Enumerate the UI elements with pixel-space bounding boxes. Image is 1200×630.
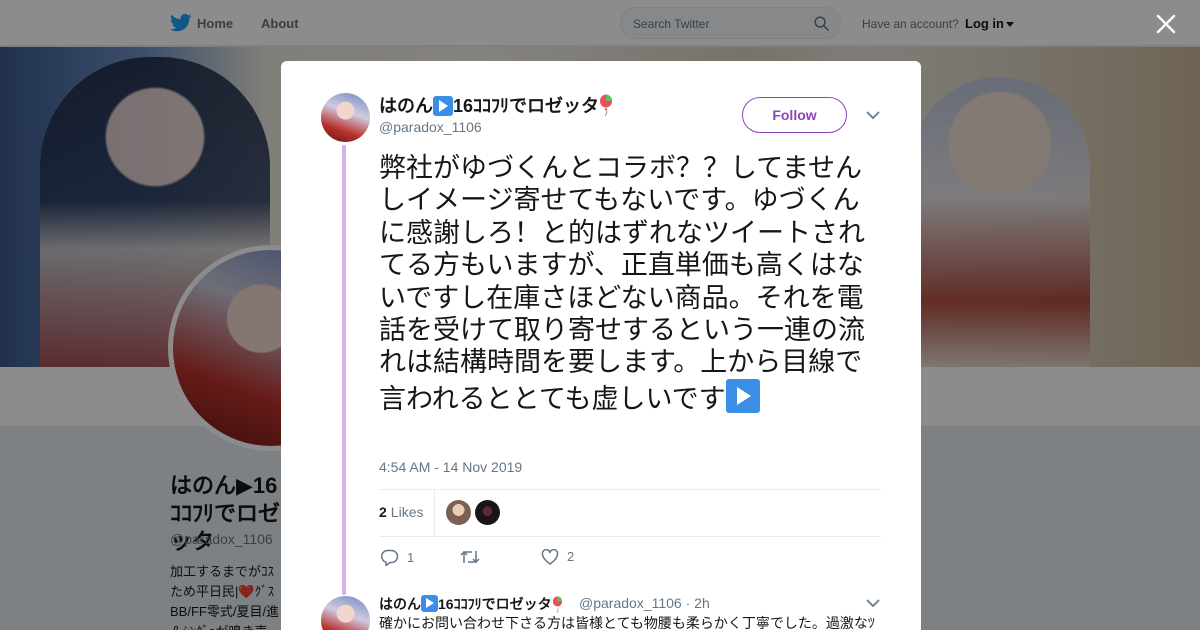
liker-avatar[interactable] (446, 500, 471, 525)
tweet-modal: はのん 16ｺｺﾌﾘでロゼッタ @paradox_1106 Follow 弊社がゆ… (281, 61, 921, 630)
like-button[interactable]: 2 (541, 548, 575, 567)
divider (379, 489, 881, 490)
reply-meta[interactable]: @paradox_1106 · 2h (579, 595, 710, 611)
chevron-down-icon[interactable] (866, 111, 880, 120)
reply-button[interactable]: 1 (380, 549, 415, 567)
reply-author-name[interactable]: はのん 16ｺｺﾌﾘでロゼッタ (379, 594, 563, 614)
author-name[interactable]: はのん 16ｺｺﾌﾘでロゼッタ (379, 92, 613, 118)
likes-count: 2 (379, 504, 387, 520)
author-handle[interactable]: @paradox_1106 (379, 119, 482, 135)
close-icon[interactable] (1155, 13, 1177, 35)
play-button-icon (433, 96, 453, 116)
reply-time-separator: · (685, 595, 691, 611)
heart-icon (541, 548, 559, 565)
play-button-icon (421, 595, 438, 612)
reply-author-name-suffix: 16ｺｺﾌﾘでロゼッタ (438, 596, 552, 612)
balloon-icon (600, 94, 613, 116)
likes-stat[interactable]: 2 Likes (379, 504, 423, 520)
reply-author-handle: @paradox_1106 (579, 595, 682, 611)
chevron-down-icon[interactable] (866, 599, 880, 608)
avatar[interactable] (321, 596, 370, 630)
reply-time: 2h (694, 595, 710, 611)
stats-separator (434, 489, 435, 536)
likes-label: Likes (390, 504, 424, 520)
author-name-suffix: 16ｺｺﾌﾘでロゼッタ (453, 96, 600, 116)
author-name-text: はのん (379, 96, 433, 116)
play-button-icon (725, 378, 760, 413)
follow-button[interactable]: Follow (742, 97, 847, 133)
avatar[interactable] (321, 93, 370, 142)
tweet-text-body: 弊社がゆづくんとコラボ？？してませんしイメージ寄せてもないです。ゆづくんに感謝し… (379, 153, 865, 414)
thread-line (342, 145, 346, 595)
liker-avatar[interactable] (475, 500, 500, 525)
tweet-timestamp[interactable]: 4:54 AM - 14 Nov 2019 (379, 459, 522, 475)
divider (379, 536, 881, 537)
retweet-button[interactable] (460, 549, 488, 567)
reply-icon (380, 549, 399, 567)
reply-author-name-text: はのん (379, 596, 421, 612)
reply-count: 1 (407, 550, 415, 565)
tweet-text: 弊社がゆづくんとコラボ？？してませんしイメージ寄せてもないです。ゆづくんに感謝し… (379, 152, 884, 415)
retweet-icon (460, 550, 480, 564)
balloon-icon (552, 596, 562, 613)
reply-text: 確かにお問い合わせ下さる方は皆様とても物腰も柔らかく丁寧でした。過激なﾂ (379, 615, 875, 630)
like-count: 2 (567, 549, 575, 564)
